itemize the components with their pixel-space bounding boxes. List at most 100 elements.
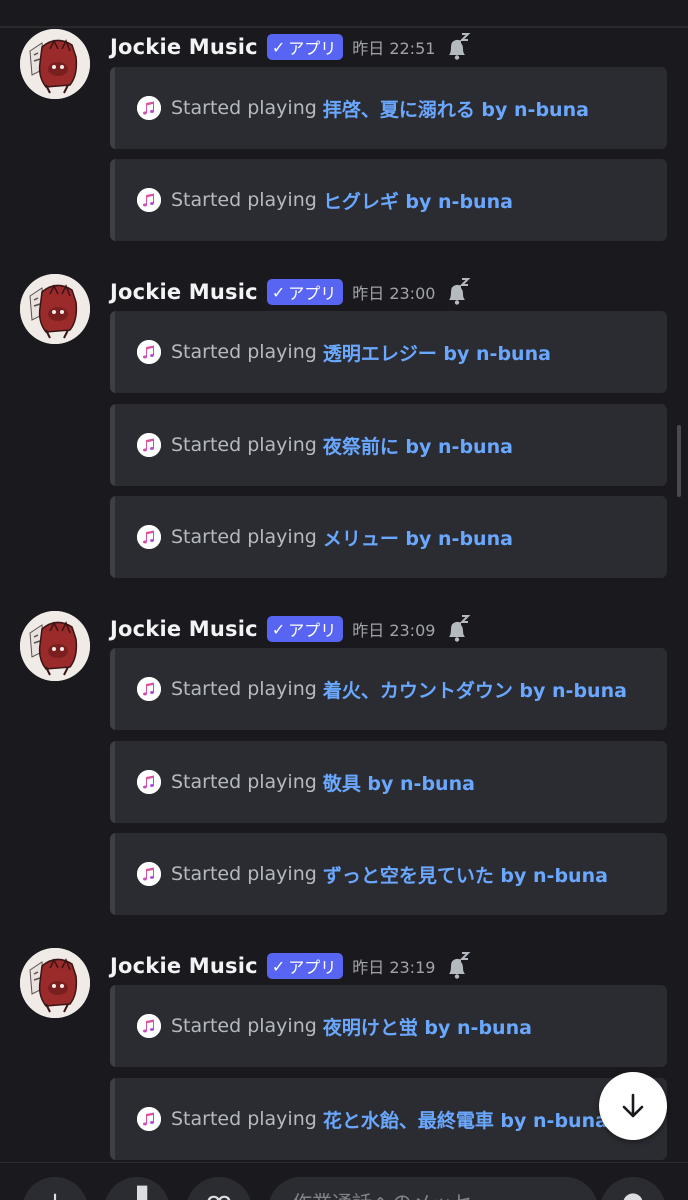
message-header: Jockie Music ✓ アプリ 昨日 22:51 [110, 29, 471, 65]
gift-icon: ꝏ [206, 1189, 232, 1200]
embed-content: Started playing 夜祭前に by n-buna [137, 404, 657, 486]
embed-accent-bar [110, 404, 115, 486]
apple-music-icon [137, 340, 161, 364]
embed-prefix: Started playing [171, 1015, 317, 1037]
song-link[interactable]: 透明エレジー by n-buna [323, 339, 551, 366]
embed-prefix: Started playing [171, 771, 317, 793]
add-attachment-button[interactable]: + [22, 1177, 88, 1200]
embed-accent-bar [110, 985, 115, 1067]
avatar[interactable] [20, 611, 90, 681]
jockie-avatar-icon [20, 274, 90, 344]
jockie-avatar-icon [20, 29, 90, 99]
embed-content: Started playing 敬具 by n-buna [137, 741, 657, 823]
checkmark-icon: ✓ [271, 37, 286, 57]
voice-button[interactable]: ● [600, 1177, 666, 1200]
song-link[interactable]: 着火、カウントダウン by n-buna [323, 676, 627, 703]
apple-music-icon [137, 188, 161, 212]
song-link[interactable]: 花と水飴、最終電車 by n-buna [323, 1106, 608, 1133]
embed-prefix: Started playing [171, 341, 317, 363]
message-header: Jockie Music ✓ アプリ 昨日 23:00 [110, 274, 471, 310]
message-input-placeholder: 作業通話へのメッセ [292, 1187, 472, 1200]
song-link[interactable]: ずっと空を見ていた by n-buna [323, 861, 608, 888]
checkmark-icon: ✓ [271, 956, 286, 976]
apple-music-icon [137, 677, 161, 701]
timestamp: 昨日 22:51 [352, 39, 436, 58]
embed-prefix: Started playing [171, 863, 317, 885]
avatar[interactable] [20, 948, 90, 1018]
embed-content: Started playing ずっと空を見ていた by n-buna [137, 833, 657, 915]
bell-snooze-icon [449, 615, 471, 642]
apple-music-icon [137, 433, 161, 457]
app-badge-label: アプリ [288, 621, 337, 640]
scrollbar-thumb[interactable] [677, 425, 681, 497]
microphone-icon: ● [622, 1189, 645, 1200]
embed-prefix: Started playing [171, 189, 317, 211]
embed-accent-bar [110, 648, 115, 730]
embed-accent-bar [110, 741, 115, 823]
message-header: Jockie Music ✓ アプリ 昨日 23:09 [110, 611, 471, 647]
embed-content: Started playing 透明エレジー by n-buna [137, 311, 657, 393]
music-embed[interactable]: Started playing ヒグレギ by n-buna [110, 159, 667, 241]
timestamp: 昨日 23:19 [352, 958, 436, 977]
music-embed[interactable]: Started playing 花と水飴、最終電車 by n-buna [110, 1078, 667, 1160]
song-link[interactable]: 拝啓、夏に溺れる by n-buna [323, 95, 589, 122]
embed-accent-bar [110, 159, 115, 241]
embed-accent-bar [110, 67, 115, 149]
music-embed[interactable]: Started playing ずっと空を見ていた by n-buna [110, 833, 667, 915]
app-badge-label: アプリ [288, 39, 337, 58]
embed-content: Started playing 花と水飴、最終電車 by n-buna [137, 1078, 657, 1160]
app-badge: ✓ アプリ [266, 279, 344, 305]
music-embed[interactable]: Started playing 透明エレジー by n-buna [110, 311, 667, 393]
jump-to-bottom-button[interactable] [599, 1072, 667, 1140]
username[interactable]: Jockie Music [110, 617, 258, 641]
avatar[interactable] [20, 274, 90, 344]
music-embed[interactable]: Started playing 夜祭前に by n-buna [110, 404, 667, 486]
music-embed[interactable]: Started playing 拝啓、夏に溺れる by n-buna [110, 67, 667, 149]
song-link[interactable]: メリュー by n-buna [323, 524, 513, 551]
music-embed[interactable]: Started playing 敬具 by n-buna [110, 741, 667, 823]
song-link[interactable]: 夜明けと蛍 by n-buna [323, 1013, 532, 1040]
song-link[interactable]: 夜祭前に by n-buna [323, 432, 513, 459]
username[interactable]: Jockie Music [110, 280, 258, 304]
app-badge-label: アプリ [288, 958, 337, 977]
timestamp: 昨日 23:09 [352, 621, 436, 640]
composer-bar: + ▟ ꝏ 作業通話へのメッセ ● [0, 1162, 688, 1200]
embed-content: Started playing 夜明けと蛍 by n-buna [137, 985, 657, 1067]
apple-music-icon [137, 525, 161, 549]
embed-accent-bar [110, 496, 115, 578]
top-bar [0, 0, 688, 28]
embed-accent-bar [110, 311, 115, 393]
embed-prefix: Started playing [171, 678, 317, 700]
embed-content: Started playing 着火、カウントダウン by n-buna [137, 648, 657, 730]
username[interactable]: Jockie Music [110, 954, 258, 978]
embed-content: Started playing ヒグレギ by n-buna [137, 159, 657, 241]
song-link[interactable]: ヒグレギ by n-buna [323, 187, 513, 214]
bell-snooze-icon [449, 33, 471, 60]
music-embed[interactable]: Started playing メリュー by n-buna [110, 496, 667, 578]
apple-music-icon [137, 1107, 161, 1131]
apple-music-icon [137, 96, 161, 120]
message-input[interactable]: 作業通話へのメッセ [268, 1177, 598, 1200]
gift-button[interactable]: ꝏ [186, 1177, 252, 1200]
plus-icon: + [44, 1189, 66, 1200]
apps-button[interactable]: ▟ [104, 1177, 170, 1200]
music-embed[interactable]: Started playing 夜明けと蛍 by n-buna [110, 985, 667, 1067]
music-embed[interactable]: Started playing 着火、カウントダウン by n-buna [110, 648, 667, 730]
app-badge: ✓ アプリ [266, 616, 344, 642]
chat-screen: Jockie Music ✓ アプリ 昨日 22:51 Started playi… [0, 0, 688, 1200]
embed-prefix: Started playing [171, 1108, 317, 1130]
embed-prefix: Started playing [171, 97, 317, 119]
apps-icon: ▟ [127, 1189, 147, 1200]
apple-music-icon [137, 770, 161, 794]
avatar[interactable] [20, 29, 90, 99]
embed-content: Started playing メリュー by n-buna [137, 496, 657, 578]
embed-accent-bar [110, 833, 115, 915]
embed-content: Started playing 拝啓、夏に溺れる by n-buna [137, 67, 657, 149]
song-link[interactable]: 敬具 by n-buna [323, 769, 475, 796]
username[interactable]: Jockie Music [110, 35, 258, 59]
message-header: Jockie Music ✓ アプリ 昨日 23:19 [110, 948, 471, 984]
timestamp: 昨日 23:00 [352, 284, 436, 303]
checkmark-icon: ✓ [271, 619, 286, 639]
apple-music-icon [137, 1014, 161, 1038]
apple-music-icon [137, 862, 161, 886]
